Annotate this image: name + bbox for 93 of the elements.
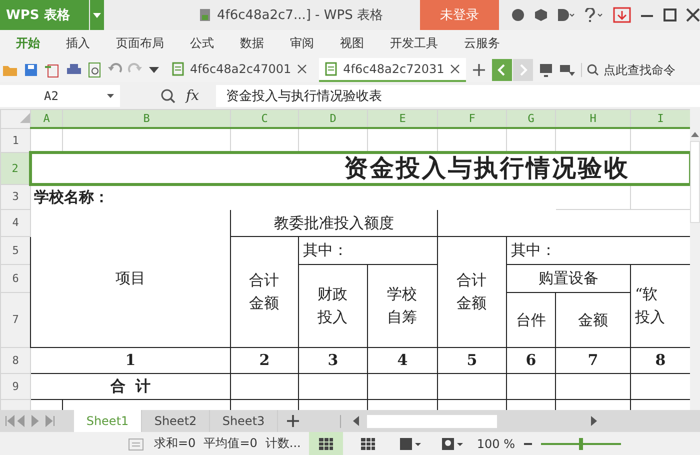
table-cell: 金额 <box>578 310 608 329</box>
hexagon-icon[interactable] <box>534 8 548 22</box>
table-cell: 1 <box>125 351 136 370</box>
scroll-up-icon[interactable] <box>691 131 699 138</box>
window-title: 4f6c48a2c7...] - WPS 表格 <box>216 7 383 24</box>
caret-icon <box>107 94 114 98</box>
count-label: 计数... <box>265 435 301 452</box>
menu-tab[interactable]: 审阅 <box>280 35 325 52</box>
plus-icon[interactable] <box>472 62 486 77</box>
table-cell: 6 <box>526 351 536 370</box>
corner-icon <box>20 112 30 123</box>
slider-thumb[interactable] <box>578 438 583 450</box>
row-header[interactable]: 5 <box>0 236 30 264</box>
caret-icon <box>93 12 102 18</box>
row-header[interactable]: 7 <box>0 292 30 348</box>
row-header[interactable]: 3 <box>0 184 30 210</box>
menu-tab[interactable]: 页面布局 <box>106 35 175 52</box>
average-label: 平均值=0 <box>204 435 258 452</box>
download-icon[interactable] <box>613 7 632 23</box>
table-cell-text: 财政投入 <box>317 284 348 328</box>
app-dropdown-button[interactable] <box>90 0 104 30</box>
row-header[interactable]: 1 <box>0 128 30 152</box>
table-cell: 合 计 <box>110 377 151 396</box>
spreadsheet-icon <box>325 62 338 76</box>
table-cell-text: 学校自筹 <box>386 284 418 328</box>
sum-label: 求和=0 <box>154 435 196 452</box>
scrollbar-thumb[interactable] <box>367 414 497 428</box>
table-cell: 其中： <box>511 241 556 260</box>
chevron-left-icon[interactable] <box>492 58 512 81</box>
row-header[interactable]: 6 <box>0 264 30 292</box>
document-tab[interactable]: 4f6c48a2c72031 <box>319 58 466 82</box>
search-icon <box>587 64 600 76</box>
document-tab-label: 4f6c48a2c47001 <box>190 62 292 76</box>
table-cell: 学校名称： <box>34 188 109 206</box>
sheet-tab[interactable]: Sheet1 <box>74 410 142 432</box>
menu-tab[interactable]: 插入 <box>56 35 101 52</box>
table-cell: 其中： <box>303 241 348 260</box>
preview-icon[interactable] <box>88 62 102 78</box>
row-header[interactable]: 9 <box>0 373 30 400</box>
layout-icon <box>398 436 421 450</box>
table-cell-text: “软投入 <box>635 284 666 328</box>
formula-field[interactable]: 资金投入与执行情况验收表 <box>216 84 700 107</box>
row-header[interactable]: 8 <box>0 347 30 374</box>
scroll-left-icon[interactable] <box>353 416 359 426</box>
table-cell: 教委批准投入额度 <box>274 214 394 232</box>
table-cell: 4 <box>397 351 408 370</box>
app-menu-button[interactable]: WPS 表格 <box>0 0 90 30</box>
menu-tab[interactable]: 数据 <box>230 35 275 52</box>
document-tab[interactable]: 4f6c48a2c47001 <box>166 58 314 82</box>
row-header[interactable]: 4 <box>0 209 30 236</box>
maximize-icon[interactable] <box>663 8 678 22</box>
tray-icon[interactable] <box>559 62 576 77</box>
close-icon[interactable] <box>450 64 460 74</box>
table-cell: 8 <box>655 351 666 370</box>
grid-icon <box>360 436 376 450</box>
table-cell-text: 合计金额 <box>248 270 280 314</box>
menu-tab[interactable]: 公式 <box>180 35 225 52</box>
help-icon[interactable] <box>584 8 604 22</box>
table-cell: 项目 <box>116 269 146 288</box>
plus-icon[interactable] <box>286 414 300 428</box>
zoom-level[interactable]: 100 % <box>476 436 515 450</box>
function-button[interactable]: fx <box>186 88 216 104</box>
table-cell: 台件 <box>516 310 546 329</box>
name-box[interactable]: A2 <box>0 84 120 107</box>
sheet-title: 资金投入与执行情况验收 <box>344 154 630 183</box>
dropdown-icon[interactable] <box>148 66 160 74</box>
table-cell: 2 <box>259 351 270 370</box>
menu-tab[interactable]: 开始 <box>6 35 51 52</box>
table-cell-text: 合计金额 <box>456 270 488 314</box>
table-cell: 7 <box>588 351 598 370</box>
menu-tab[interactable]: 视图 <box>330 35 375 52</box>
monitor-icon[interactable] <box>539 62 554 77</box>
zoom-slider[interactable] <box>540 438 621 450</box>
zoom-icon[interactable] <box>160 88 176 104</box>
scroll-right-icon[interactable] <box>591 416 597 426</box>
menu-tab[interactable]: 云服务 <box>454 35 511 52</box>
normal-view-button[interactable] <box>308 432 343 455</box>
print-icon[interactable] <box>66 62 82 77</box>
spreadsheet-icon <box>172 62 184 76</box>
vertical-scrollbar[interactable] <box>690 109 700 410</box>
close-icon[interactable] <box>297 64 308 74</box>
document-tab-label: 4f6c48a2c72031 <box>343 62 444 76</box>
save-icon[interactable] <box>24 62 38 77</box>
scrollbar-thumb[interactable] <box>690 141 700 224</box>
menu-tab[interactable]: 开发工具 <box>380 35 449 52</box>
table-cell: 3 <box>328 351 338 370</box>
app-name: WPS 表格 <box>6 7 70 24</box>
table-cell: 5 <box>466 351 478 370</box>
grid-icon <box>318 436 334 450</box>
close-icon[interactable] <box>686 8 700 22</box>
search-field[interactable]: 点此查找命令 <box>581 62 686 77</box>
document-icon <box>198 8 211 22</box>
table-cell: 购置设备 <box>538 269 598 288</box>
